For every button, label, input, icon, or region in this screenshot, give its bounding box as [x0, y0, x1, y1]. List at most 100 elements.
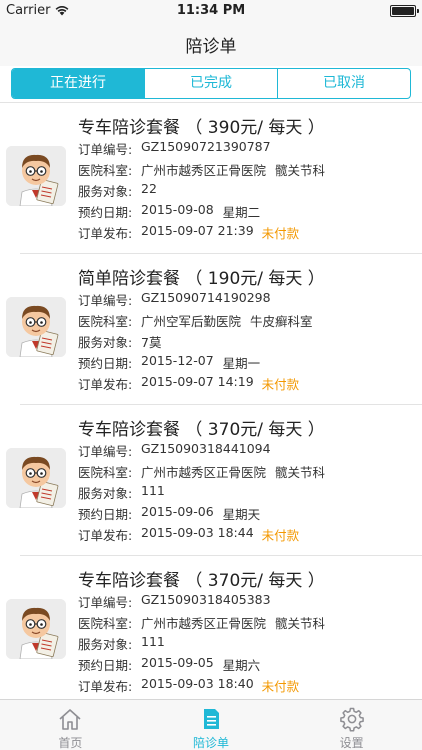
department-value: 髋关节科 [275, 163, 326, 178]
tab-settings[interactable]: 设置 [281, 700, 422, 750]
appointment-label: 预约日期: [78, 507, 133, 522]
order-number-value: GZ15090714190298 [141, 290, 271, 305]
order-item[interactable]: 专车陪诊套餐 （ 390元/ 每天 ） 订单编号: GZ150907213907… [0, 103, 422, 254]
department-label: 医院科室: [78, 314, 133, 329]
tab-bar: 首页 陪诊单 设置 [0, 699, 422, 750]
published-label: 订单发布: [78, 528, 133, 543]
patient-value: 22 [141, 181, 157, 196]
appointment-row: 预约日期: 2015-12-07 星期一 [78, 353, 313, 374]
document-icon [198, 706, 224, 732]
published-row: 订单发布: 2015-09-07 14:19 未付款 [78, 374, 313, 395]
appointment-label: 预约日期: [78, 356, 133, 371]
segment-in-progress[interactable]: 正在进行 [12, 69, 145, 98]
hospital-value: 广州市越秀区正骨医院 [141, 465, 267, 480]
segment-cancelled[interactable]: 已取消 [278, 69, 410, 98]
tab-orders-label: 陪诊单 [193, 736, 230, 750]
patient-value: 111 [141, 483, 165, 498]
patient-row: 服务对象: 22 [78, 181, 325, 202]
package-title: 专车陪诊套餐 （ 390元/ 每天 ） [78, 118, 325, 138]
published-label: 订单发布: [78, 226, 133, 241]
order-number-value: GZ15090721390787 [141, 139, 271, 154]
order-number-row: 订单编号: GZ15090318405383 [78, 592, 325, 613]
order-number-label: 订单编号: [78, 293, 133, 308]
package-title: 简单陪诊套餐 （ 190元/ 每天 ） [78, 269, 325, 289]
order-number-label: 订单编号: [78, 444, 133, 459]
published-row: 订单发布: 2015-09-03 18:44 未付款 [78, 525, 325, 546]
order-status-segmented-control: 正在进行 已完成 已取消 [11, 68, 411, 99]
order-item[interactable]: 简单陪诊套餐 （ 190元/ 每天 ） 订单编号: GZ150907141902… [0, 254, 422, 405]
appointment-row: 预约日期: 2015-09-05 星期六 [78, 655, 325, 676]
hospital-value: 广州市越秀区正骨医院 [141, 616, 267, 631]
doctor-avatar-icon [6, 146, 66, 206]
appointment-label: 预约日期: [78, 658, 133, 673]
department-value: 髋关节科 [275, 465, 326, 480]
segment-completed[interactable]: 已完成 [145, 69, 278, 98]
appointment-row: 预约日期: 2015-09-06 星期天 [78, 504, 325, 525]
department-value: 髋关节科 [275, 616, 326, 631]
department-label: 医院科室: [78, 163, 133, 178]
order-number-row: 订单编号: GZ15090721390787 [78, 139, 325, 160]
payment-status-badge: 未付款 [261, 528, 300, 543]
status-bar: Carrier 11:34 PM [0, 0, 422, 22]
patient-row: 服务对象: 111 [78, 483, 325, 504]
appointment-date: 2015-09-08 [141, 202, 214, 217]
navigation-bar: 陪诊单 [0, 22, 422, 66]
appointment-weekday: 星期天 [222, 507, 261, 522]
status-time: 11:34 PM [176, 3, 246, 18]
tab-orders[interactable]: 陪诊单 [141, 700, 282, 750]
appointment-row: 预约日期: 2015-09-08 星期二 [78, 202, 325, 223]
patient-label: 服务对象: [78, 486, 133, 501]
published-label: 订单发布: [78, 679, 133, 694]
published-label: 订单发布: [78, 377, 133, 392]
appointment-weekday: 星期二 [222, 205, 261, 220]
patient-value: 7莫 [141, 335, 162, 350]
doctor-avatar-icon [6, 297, 66, 357]
payment-status-badge: 未付款 [261, 377, 300, 392]
order-number-label: 订单编号: [78, 595, 133, 610]
battery-icon [390, 5, 419, 17]
appointment-weekday: 星期六 [222, 658, 261, 673]
published-time: 2015-09-03 18:44 [141, 525, 254, 540]
department-row: 医院科室: 广州市越秀区正骨医院 髋关节科 [78, 160, 325, 181]
published-row: 订单发布: 2015-09-07 21:39 未付款 [78, 223, 325, 244]
doctor-avatar-icon [6, 448, 66, 508]
page-title: 陪诊单 [185, 37, 237, 57]
hospital-value: 广州市越秀区正骨医院 [141, 163, 267, 178]
tab-home-label: 首页 [58, 736, 83, 750]
department-label: 医院科室: [78, 616, 133, 631]
hospital-value: 广州空军后勤医院 [141, 314, 242, 329]
department-row: 医院科室: 广州市越秀区正骨医院 髋关节科 [78, 613, 325, 634]
order-number-row: 订单编号: GZ15090318441094 [78, 441, 325, 462]
appointment-weekday: 星期一 [222, 356, 261, 371]
published-row: 订单发布: 2015-09-03 18:40 未付款 [78, 676, 325, 697]
appointment-date: 2015-09-06 [141, 504, 214, 519]
published-time: 2015-09-07 14:19 [141, 374, 254, 389]
published-time: 2015-09-03 18:40 [141, 676, 254, 691]
appointment-date: 2015-12-07 [141, 353, 214, 368]
order-number-label: 订单编号: [78, 142, 133, 157]
department-value: 牛皮癣科室 [250, 314, 313, 329]
department-row: 医院科室: 广州空军后勤医院 牛皮癣科室 [78, 311, 313, 332]
order-number-row: 订单编号: GZ15090714190298 [78, 290, 313, 311]
patient-row: 服务对象: 111 [78, 634, 325, 655]
order-number-value: GZ15090318405383 [141, 592, 271, 607]
order-list: 专车陪诊套餐 （ 390元/ 每天 ） 订单编号: GZ150907213907… [0, 103, 422, 699]
order-number-value: GZ15090318441094 [141, 441, 271, 456]
order-item[interactable]: 专车陪诊套餐 （ 370元/ 每天 ） 订单编号: GZ150903184053… [0, 556, 422, 699]
payment-status-badge: 未付款 [261, 679, 300, 694]
patient-label: 服务对象: [78, 335, 133, 350]
package-title: 专车陪诊套餐 （ 370元/ 每天 ） [78, 420, 325, 440]
tab-home[interactable]: 首页 [0, 700, 141, 750]
patient-value: 111 [141, 634, 165, 649]
order-item[interactable]: 专车陪诊套餐 （ 370元/ 每天 ） 订单编号: GZ150903184410… [0, 405, 422, 556]
patient-label: 服务对象: [78, 184, 133, 199]
department-label: 医院科室: [78, 465, 133, 480]
package-title: 专车陪诊套餐 （ 370元/ 每天 ） [78, 571, 325, 591]
patient-label: 服务对象: [78, 637, 133, 652]
published-time: 2015-09-07 21:39 [141, 223, 254, 238]
payment-status-badge: 未付款 [261, 226, 300, 241]
appointment-label: 预约日期: [78, 205, 133, 220]
tab-settings-label: 设置 [339, 736, 364, 750]
home-icon [57, 706, 83, 732]
doctor-avatar-icon [6, 599, 66, 659]
